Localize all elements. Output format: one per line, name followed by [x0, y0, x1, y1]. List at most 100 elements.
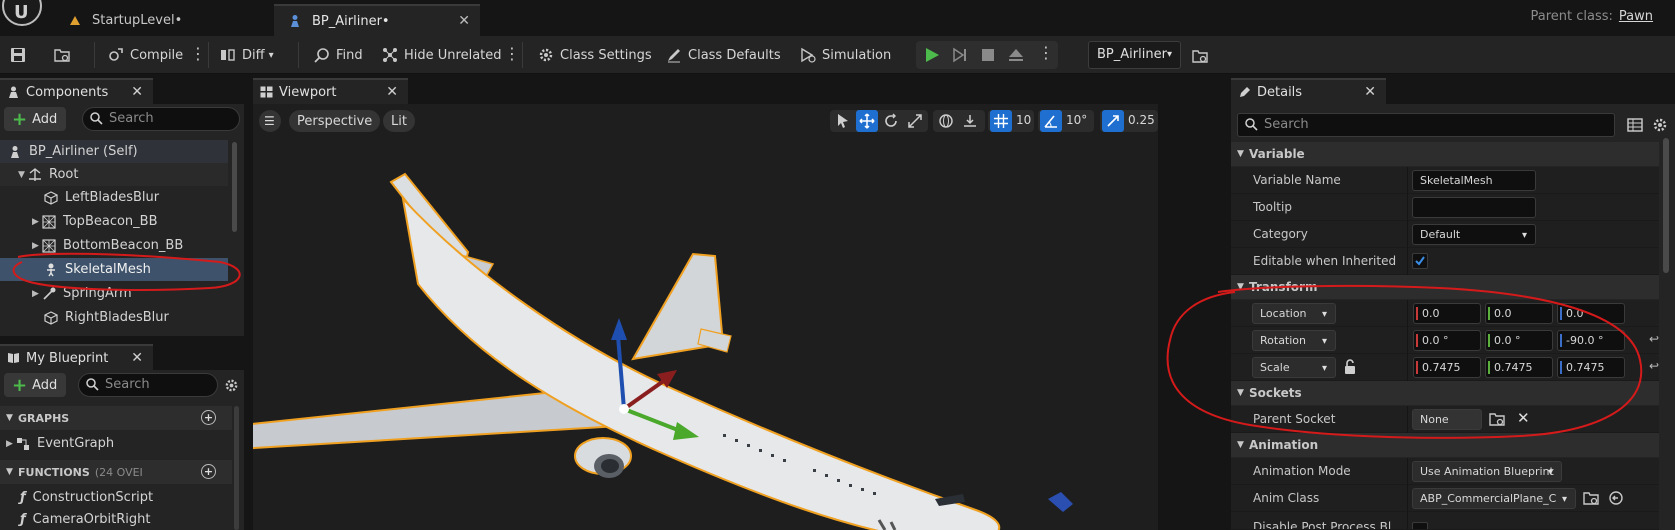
graphs-section-header[interactable]: ▼ GRAPHS + — [0, 406, 232, 430]
chevron-down-icon: ▾ — [1321, 336, 1327, 347]
functions-section-header[interactable]: ▼ FUNCTIONS (24 OVEI + — [0, 460, 232, 484]
diff-button[interactable]: Diff ▾ — [220, 42, 274, 68]
use-selected-icon[interactable] — [1608, 490, 1624, 506]
close-icon[interactable]: ✕ — [131, 350, 143, 366]
browse-socket-icon[interactable] — [1489, 411, 1505, 427]
step-icon[interactable] — [952, 47, 968, 63]
add-component-button[interactable]: + Add — [4, 107, 66, 131]
scale-mode-combo[interactable]: Scale ▾ — [1252, 357, 1336, 378]
add-graph-icon[interactable]: + — [201, 410, 216, 425]
stop-icon[interactable] — [980, 47, 996, 63]
location-z-input[interactable]: 0.0 — [1557, 303, 1625, 324]
title-bar: U StartupLevel• BP_Airliner• ✕ Parent cl… — [0, 0, 1675, 36]
hide-unrelated-button[interactable]: Hide Unrelated — [382, 42, 502, 68]
tree-item-bottom-beacon[interactable]: ▶ BottomBeacon_BB — [0, 234, 228, 257]
viewport-canvas[interactable]: ☰ Perspective Lit 10 10° 0.25 — [253, 104, 1158, 530]
table-view-icon[interactable] — [1627, 117, 1643, 133]
tree-item-self[interactable]: BP_Airliner (Self) — [0, 140, 228, 163]
variable-name-input[interactable]: SkeletalMesh — [1412, 170, 1536, 191]
browse-debug-icon[interactable] — [1192, 48, 1208, 64]
blueprint-debug-selector[interactable]: BP_Airliner ▾ — [1088, 41, 1181, 69]
variable-section-header[interactable]: ▼ Variable — [1231, 142, 1659, 166]
parent-class-link[interactable]: Pawn — [1619, 9, 1653, 24]
compile-options-icon[interactable]: ⋮ — [190, 44, 206, 63]
close-icon[interactable]: ✕ — [386, 84, 398, 100]
close-icon[interactable]: ✕ — [458, 13, 470, 29]
tree-item-label: Root — [49, 167, 79, 182]
anim-class-combo[interactable]: ABP_CommercialPlane_C ▾ — [1412, 488, 1576, 509]
category-combo[interactable]: Default ▾ — [1412, 224, 1536, 245]
components-search-input[interactable]: Search — [82, 107, 240, 131]
lock-icon[interactable] — [1343, 359, 1357, 375]
browse-anim-class-icon[interactable] — [1583, 490, 1599, 506]
caret-right-icon[interactable]: ▶ — [32, 241, 42, 251]
play-icon[interactable] — [924, 47, 940, 63]
simulation-button[interactable]: Simulation — [800, 42, 891, 68]
graph-item-event-graph[interactable]: ▶ EventGraph — [0, 432, 232, 455]
reset-to-default-icon[interactable]: ↩ — [1649, 332, 1659, 346]
eject-icon[interactable] — [1008, 47, 1024, 63]
browse-button[interactable] — [54, 42, 76, 68]
reset-to-default-icon[interactable]: ↩ — [1649, 359, 1659, 373]
viewport-tab[interactable]: Viewport ✕ — [253, 78, 408, 104]
class-settings-button[interactable]: Class Settings — [538, 42, 652, 68]
rotation-y-input[interactable]: 0.0 ° — [1485, 330, 1553, 351]
location-x-input[interactable]: 0.0 — [1413, 303, 1481, 324]
components-scrollbar[interactable] — [232, 142, 237, 232]
find-button[interactable]: Find — [314, 42, 363, 68]
tree-item-skeletal-mesh[interactable]: SkeletalMesh — [0, 258, 228, 281]
details-search-input[interactable]: Search — [1237, 113, 1615, 137]
caret-right-icon[interactable]: ▶ — [32, 289, 42, 299]
unreal-logo-icon[interactable]: U — [2, 0, 42, 26]
tree-item-top-beacon[interactable]: ▶ TopBeacon_BB — [0, 210, 228, 233]
editable-inherited-checkbox[interactable] — [1412, 253, 1428, 269]
tree-item-spring-arm[interactable]: ▶ SpringArm — [0, 282, 228, 305]
rotation-z-input[interactable]: -90.0 ° — [1557, 330, 1625, 351]
add-blueprint-item-button[interactable]: + Add — [4, 373, 66, 397]
clear-socket-icon[interactable]: ✕ — [1517, 409, 1530, 427]
scale-x-input[interactable]: 0.7475 — [1413, 357, 1481, 378]
sockets-section-header[interactable]: ▼ Sockets — [1231, 381, 1659, 405]
caret-down-icon[interactable]: ▼ — [18, 170, 28, 180]
tree-item-root[interactable]: ▼ Root — [0, 163, 228, 186]
compile-button[interactable]: Compile — [108, 42, 183, 68]
location-mode-combo[interactable]: Location ▾ — [1252, 303, 1336, 324]
caret-right-icon[interactable]: ▶ — [32, 217, 42, 227]
animation-section-header[interactable]: ▼ Animation — [1231, 433, 1659, 457]
class-defaults-button[interactable]: Class Defaults — [666, 42, 781, 68]
components-tab[interactable]: Components ✕ — [0, 78, 153, 104]
scale-y-input[interactable]: 0.7475 — [1485, 357, 1553, 378]
gear-icon[interactable] — [224, 378, 239, 393]
add-function-icon[interactable]: + — [201, 464, 216, 479]
save-button[interactable] — [10, 42, 32, 68]
hide-unrelated-icon — [383, 48, 397, 62]
partial-row-checkbox[interactable] — [1412, 522, 1428, 529]
tab-bp-airliner[interactable]: BP_Airliner• ✕ — [274, 4, 480, 36]
function-item-construction-script[interactable]: ƒ ConstructionScript — [0, 486, 232, 509]
hide-unrelated-options-icon[interactable]: ⋮ — [504, 44, 520, 63]
play-options-icon[interactable]: ⋮ — [1038, 43, 1054, 62]
gear-icon[interactable] — [1652, 117, 1668, 133]
details-scrollbar[interactable] — [1663, 138, 1669, 273]
close-icon[interactable]: ✕ — [1364, 84, 1376, 100]
tree-item-left-blades-blur[interactable]: LeftBladesBlur — [0, 186, 228, 209]
location-y-input[interactable]: 0.0 — [1485, 303, 1553, 324]
close-icon[interactable]: ✕ — [131, 84, 143, 100]
my-blueprint-tab[interactable]: My Blueprint ✕ — [0, 344, 153, 370]
scale-z-input[interactable]: 0.7475 — [1557, 357, 1625, 378]
parent-socket-picker[interactable]: None — [1412, 409, 1482, 430]
caret-right-icon[interactable]: ▶ — [6, 439, 16, 449]
function-item-camera-orbit-right[interactable]: ƒ CameraOrbitRight — [0, 508, 232, 530]
rotation-mode-combo[interactable]: Rotation ▾ — [1252, 330, 1336, 351]
animation-mode-combo[interactable]: Use Animation Blueprint ▾ — [1412, 461, 1562, 482]
tooltip-input[interactable] — [1412, 197, 1536, 218]
my-blueprint-search-input[interactable]: Search — [78, 373, 218, 397]
my-blueprint-scrollbar[interactable] — [234, 406, 239, 530]
airliner-mesh-render[interactable] — [253, 104, 1158, 530]
transform-section-header[interactable]: ▼ Transform — [1231, 275, 1659, 299]
rotation-x-input[interactable]: 0.0 ° — [1413, 330, 1481, 351]
tree-item-right-blades-blur[interactable]: RightBladesBlur — [0, 306, 228, 329]
tab-startup-level[interactable]: StartupLevel• — [54, 4, 272, 36]
details-tab[interactable]: Details ✕ — [1231, 78, 1386, 104]
editable-inherited-label: Editable when Inherited — [1253, 254, 1397, 268]
